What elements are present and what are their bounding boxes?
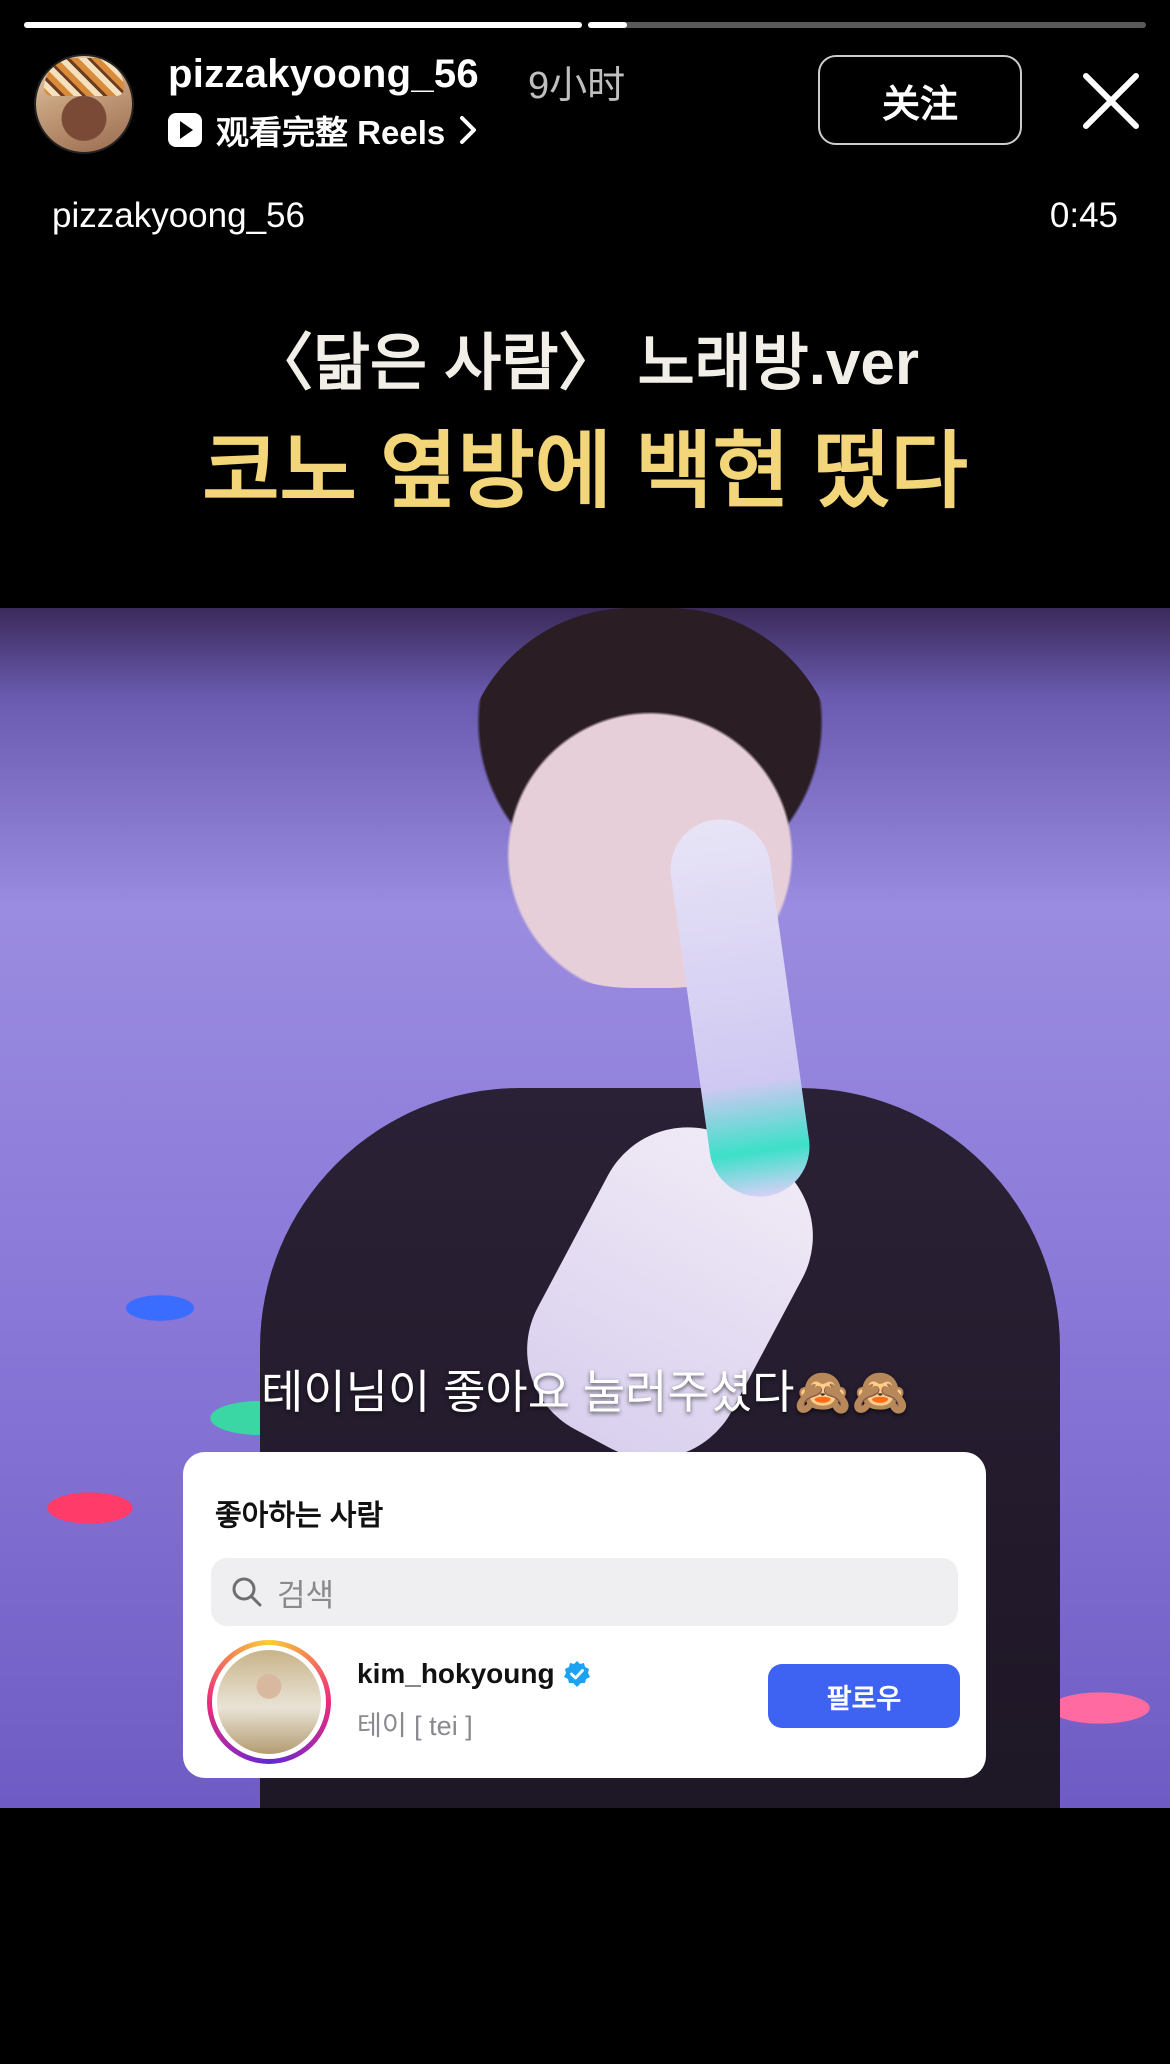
- liker-row[interactable]: kim_hokyoung 테이 [ tei ] 팔로우: [207, 1640, 962, 1764]
- story-progress-1-fill: [24, 22, 582, 28]
- reel-headline-line2: 코노 옆방에 백현 떴다: [202, 424, 968, 518]
- liker-username-wrap[interactable]: kim_hokyoung: [357, 1658, 591, 1690]
- likes-search-field[interactable]: 검색: [211, 1558, 958, 1626]
- reel-username: pizzakyoong_56: [52, 196, 305, 235]
- search-icon: [232, 1577, 262, 1607]
- story-author-avatar[interactable]: [34, 54, 134, 154]
- story-progress-2-fill: [588, 22, 628, 28]
- watch-full-reels-label: 观看完整 Reels: [216, 114, 446, 151]
- likes-card-title: 좋아하는 사람: [215, 1500, 384, 1532]
- story-progress-2: [588, 22, 1146, 28]
- video-person-head: [460, 608, 840, 988]
- reels-play-icon: [168, 113, 202, 147]
- close-icon[interactable]: [1080, 70, 1142, 132]
- liker-avatar[interactable]: [207, 1640, 331, 1764]
- watch-full-reels-link[interactable]: 观看完整 Reels: [168, 106, 477, 154]
- liker-full-name: 테이 [ tei ]: [357, 1711, 473, 1741]
- story-progress-1: [24, 22, 582, 28]
- reel-headline-line1: 〈닮은 사람〉 노래방.ver: [250, 329, 920, 398]
- liker-username: kim_hokyoung: [357, 1658, 555, 1689]
- search-placeholder: 검색: [277, 1577, 335, 1613]
- reel-duration: 0:45: [1049, 196, 1118, 235]
- story-time-ago: 9小时: [528, 65, 626, 107]
- likes-card: 좋아하는 사람 검색 kim_hokyoung 테이 [ tei ] 팔로우: [183, 1452, 986, 1778]
- story-username[interactable]: pizzakyoong_56: [168, 52, 479, 97]
- liker-follow-button[interactable]: 팔로우: [768, 1664, 960, 1728]
- verified-badge-icon: [563, 1661, 590, 1687]
- follow-button[interactable]: 关注: [818, 55, 1022, 145]
- chevron-right-icon: [460, 116, 477, 144]
- reel-subtitle: 테이님이 좋아요 눌러주셨다🙈🙈: [261, 1366, 909, 1418]
